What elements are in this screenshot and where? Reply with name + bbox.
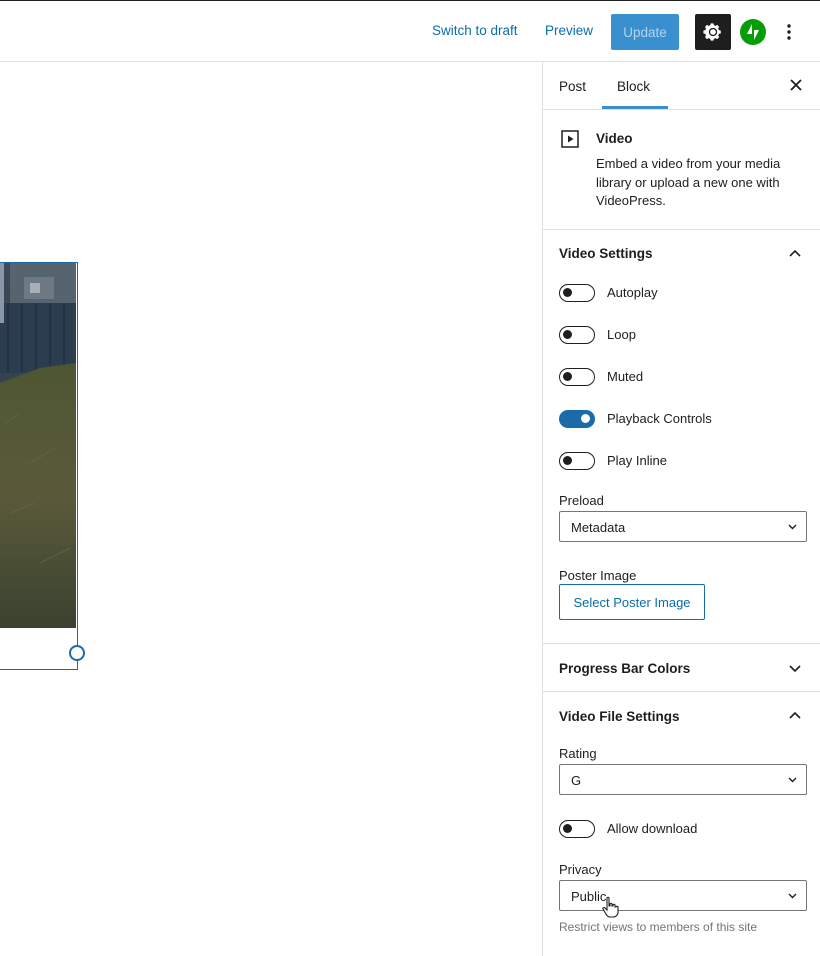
chevron-up-icon[interactable] xyxy=(789,249,801,257)
tab-post[interactable]: Post xyxy=(559,79,586,94)
preview-button[interactable]: Preview xyxy=(545,23,593,38)
allow-download-toggle[interactable] xyxy=(559,820,595,838)
tab-block[interactable]: Block xyxy=(617,79,650,94)
preload-value: Metadata xyxy=(571,520,626,535)
jetpack-button[interactable] xyxy=(740,19,766,45)
video-block[interactable] xyxy=(0,262,85,670)
autoplay-label: Autoplay xyxy=(607,285,658,300)
switch-to-draft-button[interactable]: Switch to draft xyxy=(432,23,518,38)
progress-bar-colors-panel-toggle[interactable]: Progress Bar Colors xyxy=(559,661,690,676)
poster-image-label: Poster Image xyxy=(559,568,637,583)
resize-handle[interactable] xyxy=(69,645,85,661)
update-button[interactable]: Update xyxy=(611,14,679,50)
settings-button[interactable] xyxy=(695,14,731,50)
loop-toggle[interactable] xyxy=(559,326,595,344)
chevron-down-icon[interactable] xyxy=(789,665,801,673)
privacy-label: Privacy xyxy=(559,862,602,877)
rating-value: G xyxy=(571,773,582,788)
hand-pointer-icon xyxy=(602,896,619,918)
muted-toggle[interactable] xyxy=(559,368,595,386)
muted-label: Muted xyxy=(607,369,644,384)
active-tab-indicator xyxy=(602,106,668,109)
settings-sidebar: Post Block Video Embed a video from your… xyxy=(542,62,820,956)
preload-select[interactable]: Metadata xyxy=(559,511,807,542)
video-settings-panel-toggle[interactable]: Video Settings xyxy=(559,246,653,261)
panel-divider xyxy=(543,691,820,692)
vertical-ellipsis-icon xyxy=(787,24,791,40)
select-poster-image-button[interactable]: Select Poster Image xyxy=(559,584,705,620)
close-icon[interactable] xyxy=(789,78,803,92)
block-card: Video Embed a video from your media libr… xyxy=(543,110,820,230)
editor-canvas[interactable] xyxy=(0,62,542,956)
options-menu-button[interactable] xyxy=(779,20,799,44)
panel-divider xyxy=(543,643,820,644)
privacy-select[interactable]: Public xyxy=(559,880,807,911)
autoplay-toggle[interactable] xyxy=(559,284,595,302)
video-icon xyxy=(561,130,579,148)
block-card-description: Embed a video from your media library or… xyxy=(596,156,781,208)
video-file-settings-panel-toggle[interactable]: Video File Settings xyxy=(559,709,680,724)
play-inline-label: Play Inline xyxy=(607,453,667,468)
playback-controls-toggle[interactable] xyxy=(559,410,595,428)
chevron-down-icon xyxy=(788,777,797,783)
chevron-down-icon xyxy=(788,893,797,899)
playback-controls-label: Playback Controls xyxy=(607,411,712,426)
sidebar-tabs: Post Block xyxy=(543,62,820,110)
privacy-help-text: Restrict views to members of this site xyxy=(559,920,758,934)
jetpack-icon xyxy=(740,19,766,45)
editor-header: Switch to draft Preview Update xyxy=(0,0,820,62)
rating-label: Rating xyxy=(559,746,597,761)
chevron-down-icon xyxy=(788,524,797,530)
block-card-title: Video xyxy=(596,131,633,146)
allow-download-label: Allow download xyxy=(607,821,698,836)
preload-label: Preload xyxy=(559,493,604,508)
gear-icon xyxy=(703,23,721,41)
video-thumbnail xyxy=(0,263,76,628)
loop-label: Loop xyxy=(607,327,636,342)
chevron-up-icon[interactable] xyxy=(789,711,801,719)
play-inline-toggle[interactable] xyxy=(559,452,595,470)
rating-select[interactable]: G xyxy=(559,764,807,795)
